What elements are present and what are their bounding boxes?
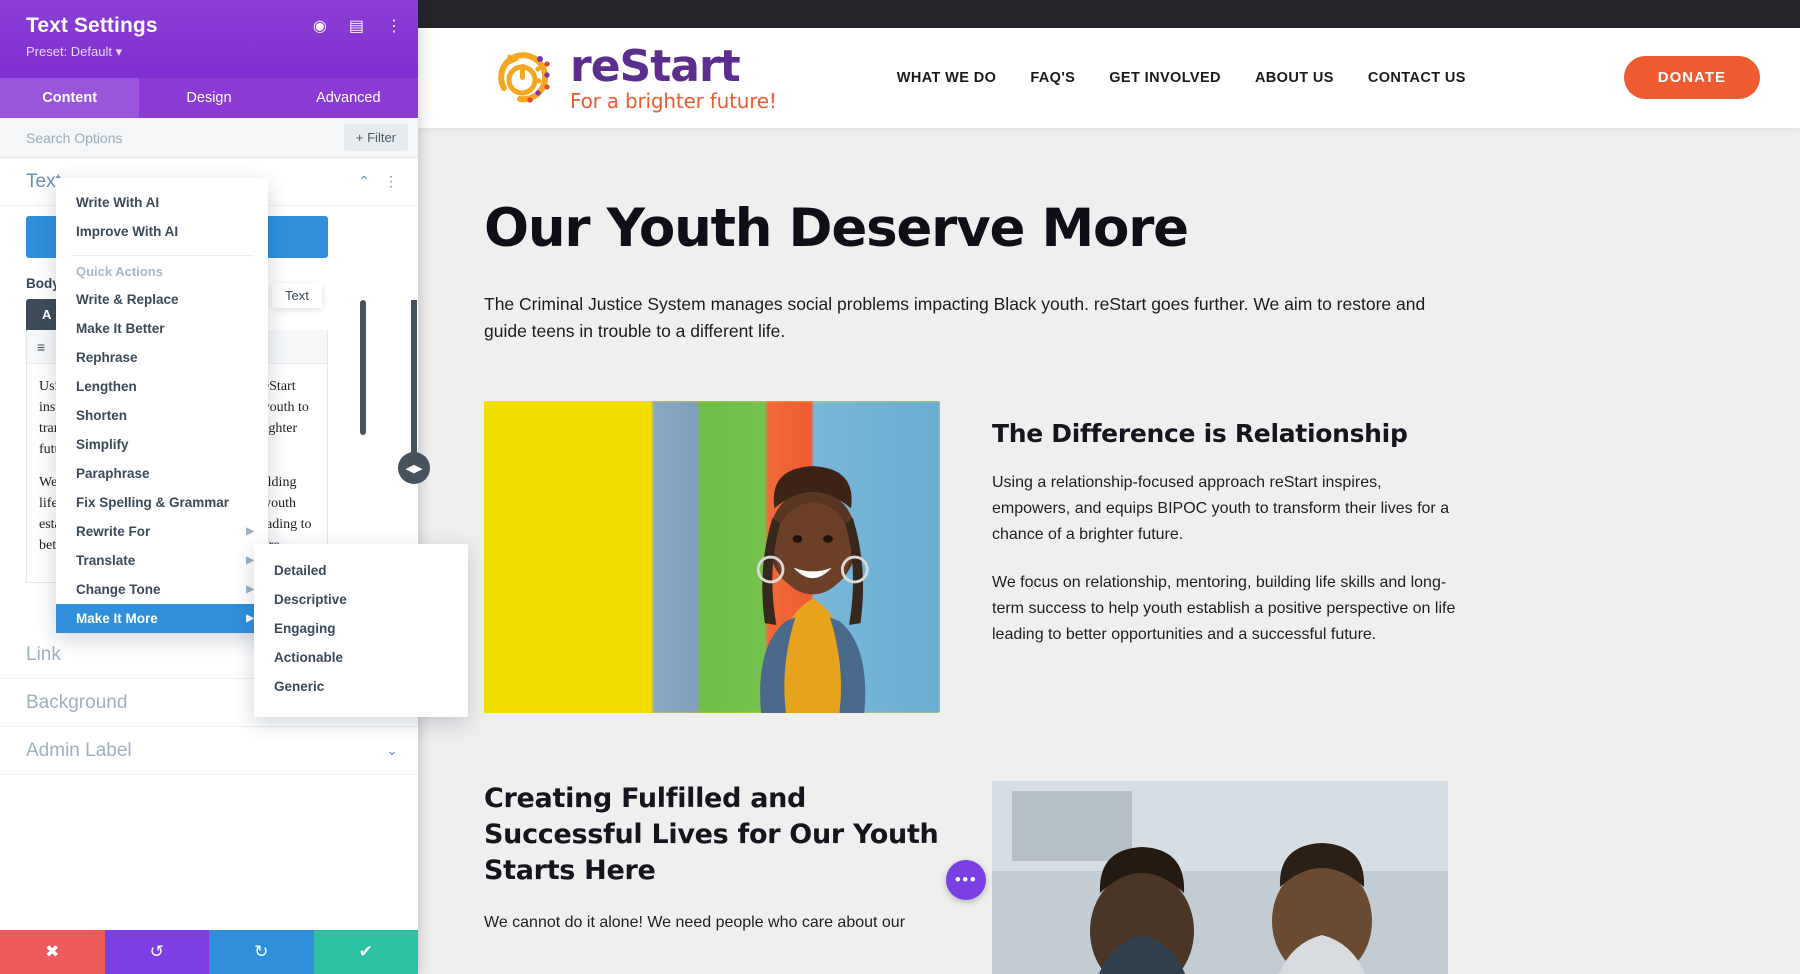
website-preview: reStart For a brighter future! WHAT WE D… bbox=[418, 0, 1800, 974]
page-lede: The Criminal Justice System manages soci… bbox=[484, 294, 1426, 342]
editor-scroll-grip[interactable] bbox=[360, 300, 366, 435]
menu-item-rephrase[interactable]: Rephrase bbox=[56, 343, 268, 372]
close-button[interactable]: ✖ bbox=[0, 930, 105, 974]
bottom-section-title: Creating Fulfilled and Successful Lives … bbox=[484, 783, 939, 886]
tab-content[interactable]: Content bbox=[0, 78, 140, 118]
menu-item-write-with-ai[interactable]: Write With AI bbox=[56, 188, 268, 217]
chevron-right-icon: ▶ bbox=[246, 555, 254, 566]
submenu-item-engaging[interactable]: Engaging bbox=[254, 614, 468, 643]
submenu-item-actionable[interactable]: Actionable bbox=[254, 643, 468, 672]
donate-button[interactable]: DONATE bbox=[1623, 56, 1760, 99]
nav-item-about-us[interactable]: ABOUT US bbox=[1255, 70, 1334, 86]
more-icon[interactable]: ⋮ bbox=[386, 16, 402, 36]
logo-tagline: For a brighter future! bbox=[570, 89, 777, 113]
menu-item-fix-spelling-grammar[interactable]: Fix Spelling & Grammar bbox=[56, 488, 268, 517]
ai-context-menu: Write With AI Improve With AI Quick Acti… bbox=[56, 178, 268, 633]
menu-item-paraphrase[interactable]: Paraphrase bbox=[56, 459, 268, 488]
layout-icon[interactable]: ▤ bbox=[349, 16, 364, 36]
menu-group-quick-actions: Quick Actions bbox=[76, 264, 163, 279]
menu-item-label: Paraphrase bbox=[76, 466, 150, 481]
chevron-down-icon-admin[interactable]: ⌄ bbox=[386, 742, 398, 759]
menu-item-translate[interactable]: Translate ▶ bbox=[56, 546, 268, 575]
menu-item-label: Rephrase bbox=[76, 350, 138, 365]
editor-text-tab-tooltip: Text bbox=[272, 283, 322, 308]
menu-item-write-and-replace[interactable]: Write & Replace bbox=[56, 285, 268, 314]
bottom-section-paragraph: We cannot do it alone! We need people wh… bbox=[484, 914, 906, 932]
menu-item-label: Rewrite For bbox=[76, 524, 151, 539]
panel-preset-label: Preset: Default bbox=[26, 44, 112, 59]
panel-footer: ✖ ↺ ↻ ✔ bbox=[0, 930, 418, 974]
menu-item-simplify[interactable]: Simplify bbox=[56, 430, 268, 459]
nav-item-get-involved[interactable]: GET INVOLVED bbox=[1109, 70, 1221, 86]
screen-root: reStart For a brighter future! WHAT WE D… bbox=[0, 0, 1800, 974]
submenu-item-descriptive[interactable]: Descriptive bbox=[254, 585, 468, 614]
youth-photo bbox=[484, 401, 940, 714]
menu-item-label: Make It More bbox=[76, 611, 158, 626]
site-main: Our Youth Deserve More The Criminal Just… bbox=[418, 128, 1800, 974]
menu-item-label: Lengthen bbox=[76, 379, 137, 394]
tab-advanced[interactable]: Advanced bbox=[279, 78, 418, 118]
menu-item-shorten[interactable]: Shorten bbox=[56, 401, 268, 430]
mentoring-illustration bbox=[992, 781, 1448, 974]
nav-item-faqs[interactable]: FAQ'S bbox=[1030, 70, 1075, 86]
menu-item-label: Fix Spelling & Grammar bbox=[76, 495, 230, 510]
site-header: reStart For a brighter future! WHAT WE D… bbox=[418, 28, 1800, 128]
menu-item-label: Shorten bbox=[76, 408, 128, 423]
panel-search-row: + Filter bbox=[0, 118, 418, 158]
save-button[interactable]: ✔ bbox=[313, 930, 418, 974]
submenu-item-generic[interactable]: Generic bbox=[254, 672, 468, 701]
menu-item-label: Translate bbox=[76, 553, 136, 568]
section-paragraph-2: We focus on relationship, mentoring, bui… bbox=[992, 573, 1456, 643]
floating-actions-button[interactable]: ••• bbox=[946, 860, 986, 900]
submenu-item-detailed[interactable]: Detailed bbox=[254, 556, 468, 585]
align-left-icon[interactable]: ≡ bbox=[37, 339, 45, 355]
person-illustration bbox=[756, 466, 869, 714]
menu-item-label: Make It Better bbox=[76, 321, 165, 336]
search-input[interactable] bbox=[26, 129, 344, 146]
panel-preset[interactable]: Preset: Default ▾ bbox=[26, 44, 400, 60]
tab-design[interactable]: Design bbox=[139, 78, 278, 118]
section-more-icon[interactable]: ⋮ bbox=[384, 173, 398, 190]
menu-item-lengthen[interactable]: Lengthen bbox=[56, 372, 268, 401]
menu-item-label: Write & Replace bbox=[76, 292, 179, 307]
panel-header: Text Settings Preset: Default ▾ ◉ ▤ ⋮ bbox=[0, 0, 418, 78]
undo-button[interactable]: ↺ bbox=[104, 930, 209, 974]
site-nav: WHAT WE DO FAQ'S GET INVOLVED ABOUT US C… bbox=[897, 70, 1466, 86]
chevron-right-icon: ▶ bbox=[246, 526, 254, 537]
logo-title: reStart bbox=[570, 41, 741, 92]
section-title: The Difference is Relationship bbox=[992, 419, 1408, 449]
restart-power-icon bbox=[498, 52, 550, 103]
section-admin-label: Admin Label bbox=[26, 739, 132, 761]
menu-item-make-it-more[interactable]: Make It More ▶ bbox=[56, 604, 268, 633]
page-title: Our Youth Deserve More bbox=[484, 198, 1189, 259]
chevron-right-icon: ▶ bbox=[246, 613, 254, 624]
menu-item-change-tone[interactable]: Change Tone ▶ bbox=[56, 575, 268, 604]
chevron-right-icon: ▶ bbox=[246, 584, 254, 595]
mentoring-photo bbox=[992, 781, 1448, 974]
focus-icon[interactable]: ◉ bbox=[313, 16, 327, 36]
menu-item-rewrite-for[interactable]: Rewrite For ▶ bbox=[56, 517, 268, 546]
panel-resize-handle[interactable]: ◀▶ bbox=[398, 452, 430, 484]
ai-make-it-more-submenu: Detailed Descriptive Engaging Actionable… bbox=[254, 544, 468, 717]
chevron-down-icon: ▾ bbox=[115, 44, 123, 59]
nav-item-contact-us[interactable]: CONTACT US bbox=[1368, 70, 1466, 86]
chevron-up-icon[interactable]: ⌃ bbox=[358, 173, 370, 190]
menu-item-label: Simplify bbox=[76, 437, 129, 452]
panel-tabs: Content Design Advanced bbox=[0, 78, 418, 118]
browser-topbar bbox=[418, 0, 1800, 28]
menu-divider bbox=[70, 255, 254, 256]
filter-button[interactable]: + Filter bbox=[343, 124, 408, 151]
menu-item-label: Change Tone bbox=[76, 582, 161, 597]
nav-item-what-we-do[interactable]: WHAT WE DO bbox=[897, 70, 997, 86]
menu-item-make-it-better[interactable]: Make It Better bbox=[56, 314, 268, 343]
menu-item-improve-with-ai[interactable]: Improve With AI bbox=[56, 217, 268, 246]
resize-stem bbox=[411, 300, 417, 460]
site-logo[interactable]: reStart For a brighter future! bbox=[490, 42, 777, 114]
section-paragraph-1: Using a relationship-focused approach re… bbox=[992, 474, 1450, 544]
redo-button[interactable]: ↻ bbox=[209, 930, 314, 974]
section-admin-label-header[interactable]: Admin Label ⌄ bbox=[0, 727, 418, 775]
